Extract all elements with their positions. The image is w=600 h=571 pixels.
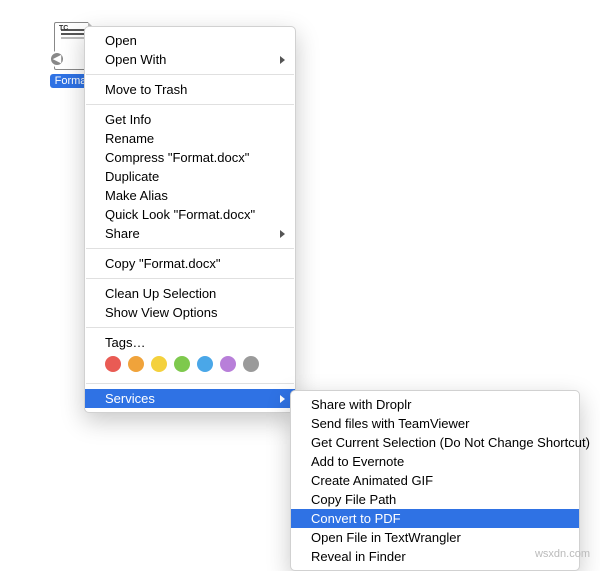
menu-item-label: Tags… — [105, 335, 145, 350]
submenu-item[interactable]: Copy File Path — [291, 490, 579, 509]
tag-color-dot[interactable] — [220, 356, 236, 372]
menu-item-label: Open — [105, 33, 137, 48]
chevron-right-icon — [280, 230, 285, 238]
menu-item[interactable]: Rename — [85, 129, 295, 148]
file-badge-icon: ◀ — [49, 51, 65, 67]
submenu-item-label: Get Current Selection (Do Not Change Sho… — [311, 435, 590, 450]
submenu-item[interactable]: Convert to PDF — [291, 509, 579, 528]
submenu-item-label: Reveal in Finder — [311, 549, 406, 564]
menu-item-label: Make Alias — [105, 188, 168, 203]
menu-item-label: Duplicate — [105, 169, 159, 184]
watermark: wsxdn.com — [535, 548, 590, 560]
file-thumb-label: TC — [59, 25, 68, 32]
menu-item[interactable]: Open — [85, 31, 295, 50]
menu-item[interactable]: Copy "Format.docx" — [85, 254, 295, 273]
submenu-item-label: Send files with TeamViewer — [311, 416, 470, 431]
services-submenu: Share with Droplr Send files with TeamVie… — [290, 390, 580, 571]
menu-item[interactable]: Quick Look "Format.docx" — [85, 205, 295, 224]
menu-item-label: Show View Options — [105, 305, 218, 320]
menu-item[interactable]: Share — [85, 224, 295, 243]
menu-item[interactable]: Get Info — [85, 110, 295, 129]
submenu-item[interactable]: Send files with TeamViewer — [291, 414, 579, 433]
submenu-item[interactable]: Share with Droplr — [291, 395, 579, 414]
submenu-item-label: Share with Droplr — [311, 397, 411, 412]
menu-item[interactable]: Move to Trash — [85, 80, 295, 99]
tag-color-dot[interactable] — [243, 356, 259, 372]
chevron-right-icon — [280, 395, 285, 403]
menu-separator — [86, 74, 294, 75]
menu-item-label: Copy "Format.docx" — [105, 256, 220, 271]
tag-color-dot[interactable] — [128, 356, 144, 372]
menu-item[interactable]: Duplicate — [85, 167, 295, 186]
menu-separator — [86, 104, 294, 105]
menu-separator — [86, 383, 294, 384]
menu-item[interactable]: Show View Options — [85, 303, 295, 322]
context-menu: Open Open With Move to Trash Get Info Rena… — [84, 26, 296, 413]
submenu-item-label: Open File in TextWrangler — [311, 530, 461, 545]
menu-item[interactable]: Compress "Format.docx" — [85, 148, 295, 167]
menu-item-label: Share — [105, 226, 140, 241]
submenu-item-label: Copy File Path — [311, 492, 396, 507]
menu-item[interactable]: Make Alias — [85, 186, 295, 205]
menu-item-label: Rename — [105, 131, 154, 146]
tag-color-dot[interactable] — [151, 356, 167, 372]
chevron-right-icon — [280, 56, 285, 64]
submenu-item-label: Create Animated GIF — [311, 473, 433, 488]
submenu-item[interactable]: Add to Evernote — [291, 452, 579, 471]
tags-row — [85, 352, 295, 378]
menu-item-tags[interactable]: Tags… — [85, 333, 295, 352]
submenu-item-label: Convert to PDF — [311, 511, 401, 526]
menu-item-services[interactable]: Services — [85, 389, 295, 408]
submenu-item-label: Add to Evernote — [311, 454, 404, 469]
menu-item-label: Move to Trash — [105, 82, 187, 97]
menu-item-label: Open With — [105, 52, 166, 67]
menu-separator — [86, 248, 294, 249]
menu-item-label: Get Info — [105, 112, 151, 127]
menu-separator — [86, 278, 294, 279]
submenu-item[interactable]: Open File in TextWrangler — [291, 528, 579, 547]
menu-item-label: Services — [105, 391, 155, 406]
menu-item-label: Clean Up Selection — [105, 286, 216, 301]
submenu-item[interactable]: Create Animated GIF — [291, 471, 579, 490]
tag-color-dot[interactable] — [174, 356, 190, 372]
submenu-item[interactable]: Get Current Selection (Do Not Change Sho… — [291, 433, 579, 452]
menu-separator — [86, 327, 294, 328]
menu-item-label: Compress "Format.docx" — [105, 150, 249, 165]
menu-item[interactable]: Clean Up Selection — [85, 284, 295, 303]
tag-color-dot[interactable] — [197, 356, 213, 372]
tag-color-dot[interactable] — [105, 356, 121, 372]
menu-item-label: Quick Look "Format.docx" — [105, 207, 255, 222]
menu-item[interactable]: Open With — [85, 50, 295, 69]
